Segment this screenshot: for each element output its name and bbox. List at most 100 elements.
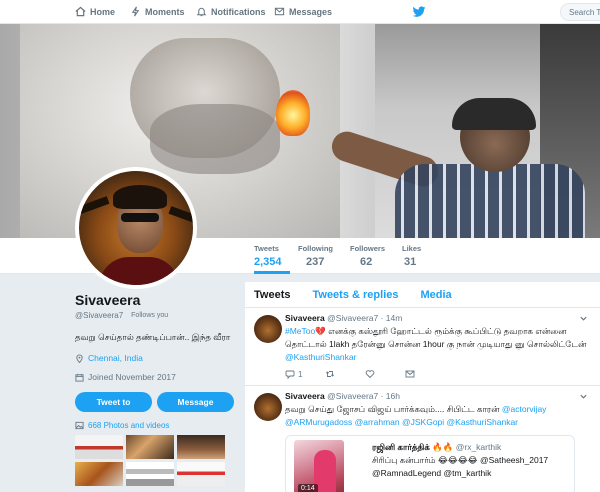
nav-moments[interactable]: Moments bbox=[130, 0, 185, 24]
profile-handle-row: @Sivaveera7 Follows you bbox=[75, 311, 235, 320]
stat-followers-label: Followers bbox=[350, 244, 386, 253]
like-button[interactable] bbox=[365, 369, 405, 379]
stat-following[interactable]: Following 237 bbox=[298, 244, 333, 268]
tweet-to-button[interactable]: Tweet to bbox=[75, 392, 152, 412]
avatar-sunglasses bbox=[121, 213, 159, 222]
photo-thumbnail[interactable] bbox=[177, 462, 225, 486]
tweet-text: தவறு செய்து ஜோசப் விஜய் பார்க்கவும்.... … bbox=[285, 403, 590, 429]
photo-thumbnail[interactable] bbox=[126, 435, 174, 459]
reply-button[interactable]: 1 bbox=[285, 369, 325, 379]
profile-handle[interactable]: @Sivaveera7 bbox=[75, 311, 123, 320]
tab-tweets-replies[interactable]: Tweets & replies bbox=[312, 289, 398, 301]
tweet-mention[interactable]: @actorvijay bbox=[502, 404, 547, 414]
photos-videos-label: 668 Photos and videos bbox=[88, 421, 170, 430]
nav-notifications[interactable]: Notifications bbox=[196, 0, 266, 24]
profile-joined: Joined November 2017 bbox=[75, 372, 235, 382]
avatar-body bbox=[99, 257, 179, 285]
tweet-text: #MeToo💔 எனக்கு கஸ்தூரி ஹோட்டல் ரூம்க்கு … bbox=[285, 325, 590, 364]
twitter-bird-icon[interactable] bbox=[412, 5, 426, 19]
location-link[interactable]: Chennai, India bbox=[88, 353, 143, 363]
stat-likes[interactable]: Likes 31 bbox=[402, 244, 421, 268]
tweet-author-handle[interactable]: @Sivaveera7 bbox=[327, 313, 378, 323]
tweet-author-name[interactable]: Sivaveera bbox=[285, 391, 325, 401]
tweet-hashtag[interactable]: #MeToo bbox=[285, 326, 315, 336]
profile-avatar[interactable] bbox=[75, 167, 197, 289]
chevron-down-icon[interactable] bbox=[579, 314, 588, 323]
tweet-mention[interactable]: @KasthuriShankar bbox=[447, 417, 518, 427]
quoted-mention: @Satheesh_2017 bbox=[479, 455, 549, 465]
quoted-text-line2: சிரிப்பு கன்பார்ம் 😂😂😂😂 bbox=[372, 455, 480, 465]
tweet-header: Sivaveera @Sivaveera7 · 14m bbox=[285, 313, 590, 323]
chevron-down-icon[interactable] bbox=[579, 392, 588, 401]
tweet-mention[interactable]: @JSKGopi bbox=[402, 417, 444, 427]
search-input[interactable]: Search Tw bbox=[560, 3, 600, 21]
avatar-tiger-stripe bbox=[79, 196, 110, 214]
nav-messages[interactable]: Messages bbox=[274, 0, 332, 24]
tweet-header: Sivaveera @Sivaveera7 · 16h bbox=[285, 391, 590, 401]
photo-thumbnail[interactable] bbox=[75, 462, 123, 486]
photo-thumbnail[interactable] bbox=[177, 435, 225, 459]
stat-tweets[interactable]: Tweets 2,354 bbox=[254, 244, 290, 274]
joined-date: Joined November 2017 bbox=[88, 372, 176, 382]
banner-man-shirt bbox=[395, 164, 585, 238]
home-icon bbox=[75, 6, 86, 17]
retweet-icon bbox=[325, 371, 335, 377]
quoted-video-thumbnail[interactable]: 0:14 bbox=[294, 440, 344, 492]
direct-message-button[interactable] bbox=[405, 369, 445, 379]
reply-icon bbox=[285, 370, 295, 379]
tweet-author-avatar[interactable] bbox=[254, 315, 282, 343]
tab-media[interactable]: Media bbox=[420, 289, 451, 301]
tweet-item[interactable]: Sivaveera @Sivaveera7 · 16h தவறு செய்து … bbox=[245, 386, 600, 492]
timeline-tabs: Tweets Tweets & replies Media bbox=[245, 282, 600, 308]
tweet-item[interactable]: Sivaveera @Sivaveera7 · 14m #MeToo💔 எனக்… bbox=[245, 308, 600, 386]
tweet-author-avatar[interactable] bbox=[254, 393, 282, 421]
heart-icon bbox=[365, 370, 375, 379]
stat-followers-value: 62 bbox=[360, 256, 373, 268]
tweets-timeline: Tweets Tweets & replies Media Sivaveera … bbox=[245, 282, 600, 492]
envelope-icon bbox=[405, 370, 415, 378]
nav-home-label: Home bbox=[90, 6, 116, 17]
photo-thumbnails bbox=[75, 435, 235, 486]
top-navigation-bar: Home Moments Notifications Messages Sear… bbox=[0, 0, 600, 24]
video-duration: 0:14 bbox=[298, 484, 318, 492]
profile-name[interactable]: Sivaveera bbox=[75, 292, 235, 308]
lightning-icon bbox=[131, 6, 140, 17]
profile-location: Chennai, India bbox=[75, 353, 235, 363]
quoted-tweet[interactable]: 0:14 ரஜினி கார்த்திக் 🔥🔥 @rx_karthik சிர… bbox=[285, 435, 575, 492]
tweet-text-line1: எனக்கு கஸ்தூரி ஹோட்டல் ரூம்க்கு கூப்பிட்… bbox=[325, 326, 567, 336]
banner-poster-beard bbox=[150, 104, 280, 174]
tweet-text-line2: தொட்டால் 1lakh தரேன்னு சொன்ன 1hour கு நா… bbox=[285, 339, 587, 349]
tweet-text-line1: தவறு செய்து ஜோசப் விஜய் பார்க்கவும்.... … bbox=[285, 404, 502, 414]
tweet-mention[interactable]: @ARMurugadoss bbox=[285, 417, 352, 427]
profile-action-buttons: Tweet to Message bbox=[75, 392, 235, 412]
bell-icon bbox=[196, 7, 207, 17]
stat-followers[interactable]: Followers 62 bbox=[350, 244, 385, 268]
photos-videos-link[interactable]: 668 Photos and videos bbox=[75, 421, 235, 430]
tweet-timestamp[interactable]: · 14m bbox=[381, 313, 403, 323]
location-pin-icon bbox=[76, 354, 83, 363]
quoted-author-handle: @rx_karthik bbox=[455, 442, 502, 452]
broken-heart-icon: 💔 bbox=[315, 326, 326, 336]
retweet-button[interactable] bbox=[325, 369, 365, 379]
nav-moments-label: Moments bbox=[145, 6, 185, 17]
tab-tweets[interactable]: Tweets bbox=[254, 289, 290, 301]
tweet-author-handle[interactable]: @Sivaveera7 bbox=[327, 391, 378, 401]
stat-following-label: Following bbox=[298, 244, 333, 253]
message-button[interactable]: Message bbox=[157, 392, 234, 412]
stat-following-value: 237 bbox=[306, 256, 325, 268]
reply-count: 1 bbox=[298, 369, 303, 379]
tweet-mention[interactable]: @KasthuriShankar bbox=[285, 352, 356, 362]
tweet-actions: 1 bbox=[285, 369, 590, 379]
nav-notifications-label: Notifications bbox=[211, 6, 266, 17]
photo-thumbnail[interactable] bbox=[126, 462, 174, 486]
nav-home[interactable]: Home bbox=[75, 0, 115, 24]
tweet-mention[interactable]: @arrahman bbox=[355, 417, 400, 427]
tweet-timestamp[interactable]: · 16h bbox=[381, 391, 400, 401]
tweet-author-name[interactable]: Sivaveera bbox=[285, 313, 325, 323]
stat-tweets-label: Tweets bbox=[254, 244, 279, 253]
stat-tweets-value: 2,354 bbox=[254, 256, 282, 268]
stat-likes-label: Likes bbox=[402, 244, 422, 253]
photo-thumbnail[interactable] bbox=[75, 435, 123, 459]
envelope-icon bbox=[274, 7, 285, 16]
profile-bio: தவறு செய்தால் தண்டிப்பான்.. இந்த வீரா bbox=[75, 332, 231, 342]
